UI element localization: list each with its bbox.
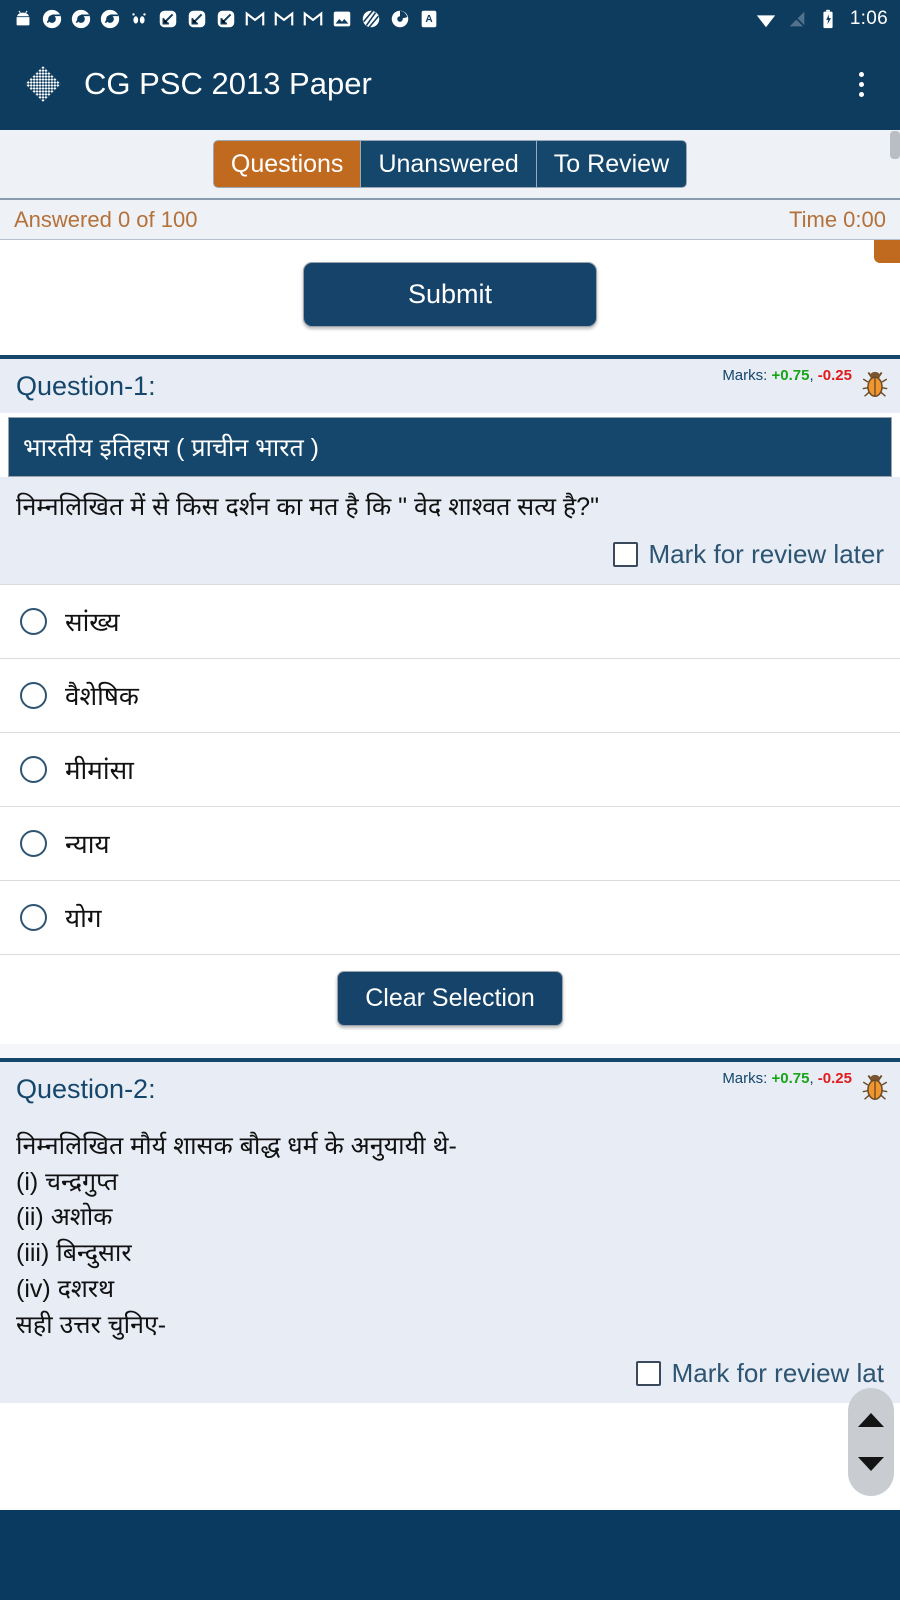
marks-positive: +0.75 [771,1069,810,1087]
translate-icon: A [421,10,437,28]
chrome-icon [100,9,120,29]
bug-icon[interactable] [856,1066,894,1104]
scroll-down-arrow-icon[interactable] [858,1457,884,1471]
side-panel-handle[interactable] [874,240,900,263]
note-icon [188,10,206,28]
question-text: निम्नलिखित मौर्य शासक बौद्ध धर्म के अनुय… [0,1115,900,1351]
option-row[interactable]: वैशेषिक [0,657,900,732]
scroll-up-arrow-icon[interactable] [858,1413,884,1427]
question-line: (i) चन्द्रगुप्त [16,1167,119,1196]
question-text: निम्नलिखित में से किस दर्शन का मत है कि … [0,477,900,531]
mark-for-review-checkbox[interactable] [635,1361,661,1387]
question-header: Question-2: Marks: +0.75, -0.25 [0,1061,900,1116]
option-row[interactable]: योग [0,879,900,954]
option-row[interactable]: सांख्य [0,583,900,658]
tab-scrollbar-thumb[interactable] [890,131,900,159]
android-icon [16,10,30,26]
mark-for-review-label: Mark for review lat [671,1358,884,1389]
marks-prefix: Marks: [722,1069,768,1087]
option-label: सांख्य [65,607,120,638]
submit-button[interactable]: Submit [302,262,598,327]
marks-prefix: Marks: [722,367,768,384]
option-row[interactable]: मीमांसा [0,731,900,806]
marks-negative: -0.25 [817,367,852,384]
question-line: निम्नलिखित मौर्य शासक बौद्ध धर्म के अनुय… [16,1131,457,1160]
mark-for-review-row[interactable]: Mark for review later [0,530,900,584]
status-bar-notification-icons: A [12,8,755,30]
question-card-2: Question-2: Marks: +0.75, -0.25 निम्नलिख… [0,1057,900,1404]
loading-circle-icon [391,10,409,28]
page-title: CG PSC 2013 Paper [84,66,372,101]
mark-for-review-label: Mark for review later [648,538,885,569]
tab-unanswered[interactable]: Unanswered [361,139,537,189]
option-row[interactable]: न्याय [0,805,900,880]
bug-icon[interactable] [856,363,894,401]
option-label: वैशेषिक [65,681,139,712]
wifi-icon [756,15,775,28]
marks-label: Marks: +0.75, -0.25 [722,1070,852,1087]
marks-separator: , [809,1069,814,1087]
note-icon [217,10,235,28]
footprints-icon [132,13,146,24]
gmail-icon [303,11,323,26]
tab-questions[interactable]: Questions [212,139,362,189]
gmail-icon [245,11,265,26]
overflow-menu-icon[interactable] [844,62,878,106]
photo-icon [333,11,351,27]
slashed-circle-icon [362,10,380,28]
option-radio[interactable] [20,607,47,635]
clear-selection-button[interactable]: Clear Selection [337,970,563,1026]
question-line: (iii) बिन्दुसार [16,1239,132,1267]
note-icon [159,10,177,28]
diamond-mesh-logo [25,66,61,102]
mark-for-review-checkbox[interactable] [612,541,638,567]
marks-label: Marks: +0.75, -0.25 [722,367,852,384]
tab-to-review[interactable]: To Review [536,139,688,189]
chrome-icon [42,9,62,29]
question-line: (iv) दशरथ [16,1274,115,1303]
status-bar-clock: 1:06 [849,8,888,29]
option-radio[interactable] [20,681,47,709]
app-bar: CG PSC 2013 Paper [0,38,900,130]
clear-selection-container: Clear Selection [0,953,900,1044]
option-label: योग [65,903,102,934]
marks-separator: , [809,367,814,384]
question-header: Question-1: Marks: +0.75, -0.25 [0,359,900,413]
tab-group: Questions Unanswered To Review [212,139,688,189]
mark-for-review-row[interactable]: Mark for review lat [0,1350,900,1404]
battery-charging-icon [823,9,833,29]
scroll-jump-widget[interactable] [848,1388,894,1496]
progress-status-row: Answered 0 of 100 Time 0:00 [0,200,900,240]
option-radio[interactable] [20,829,47,857]
option-radio[interactable] [20,755,47,783]
question-card-1: Question-1: Marks: +0.75, -0.25 भारतीय इ… [0,355,900,1044]
question-line: (ii) अशोक [16,1203,113,1232]
app-root: A 1:06 CG PSC 2013 Paper Questions Unans… [0,0,900,1600]
time-elapsed: Time 0:00 [788,206,886,232]
card-divider [0,1043,900,1058]
svg-text:A: A [425,14,433,25]
answered-count: Answered 0 of 100 [14,206,198,232]
submit-button-container: Submit [0,240,900,355]
option-label: मीमांसा [65,755,134,786]
status-bar-system-icons: 1:06 [755,8,888,30]
option-label: न्याय [65,829,110,860]
question-line: सही उत्तर चुनिए- [16,1310,167,1339]
marks-positive: +0.75 [771,367,810,384]
marks-negative: -0.25 [817,1069,852,1087]
no-signal-icon [787,10,806,28]
chrome-icon [71,9,91,29]
subject-banner: भारतीय इतिहास ( प्राचीन भारत ) [8,417,892,477]
questions-scroll-area[interactable]: Submit Question-1: Marks: +0.75, -0.25 भ… [0,240,900,1510]
tab-bar: Questions Unanswered To Review [0,130,900,200]
system-status-bar: A 1:06 [0,0,900,38]
system-navigation-bar [0,1510,900,1600]
option-radio[interactable] [20,903,47,931]
gmail-icon [274,11,294,26]
